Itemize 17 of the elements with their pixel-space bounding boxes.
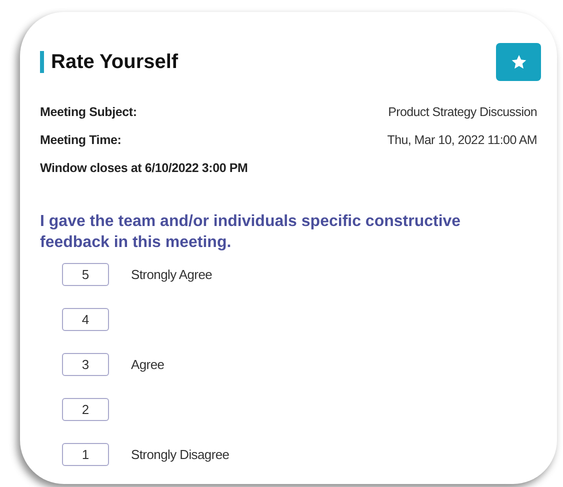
detail-label: Meeting Subject: (40, 105, 137, 119)
score-button[interactable]: 1 (62, 443, 109, 466)
score-button[interactable]: 4 (62, 308, 109, 331)
detail-value: Thu, Mar 10, 2022 11:00 AM (387, 133, 537, 147)
detail-value: Product Strategy Discussion (388, 105, 537, 119)
option-label: Agree (131, 357, 164, 372)
option-label: Strongly Disagree (131, 447, 230, 462)
favorite-button[interactable] (496, 43, 541, 81)
score-button[interactable]: 3 (62, 353, 109, 376)
card-title: Rate Yourself (40, 51, 178, 73)
window-notice: Window closes at 6/10/2022 3:00 PM (40, 161, 248, 175)
score-button[interactable]: 5 (62, 263, 109, 286)
option-label: Strongly Agree (131, 267, 212, 282)
detail-label: Meeting Time: (40, 133, 122, 147)
question-text: I gave the team and/or individuals specific constructive feedback in this meeting. (40, 212, 462, 253)
score-button[interactable]: 2 (62, 398, 109, 421)
star-icon (510, 54, 526, 70)
